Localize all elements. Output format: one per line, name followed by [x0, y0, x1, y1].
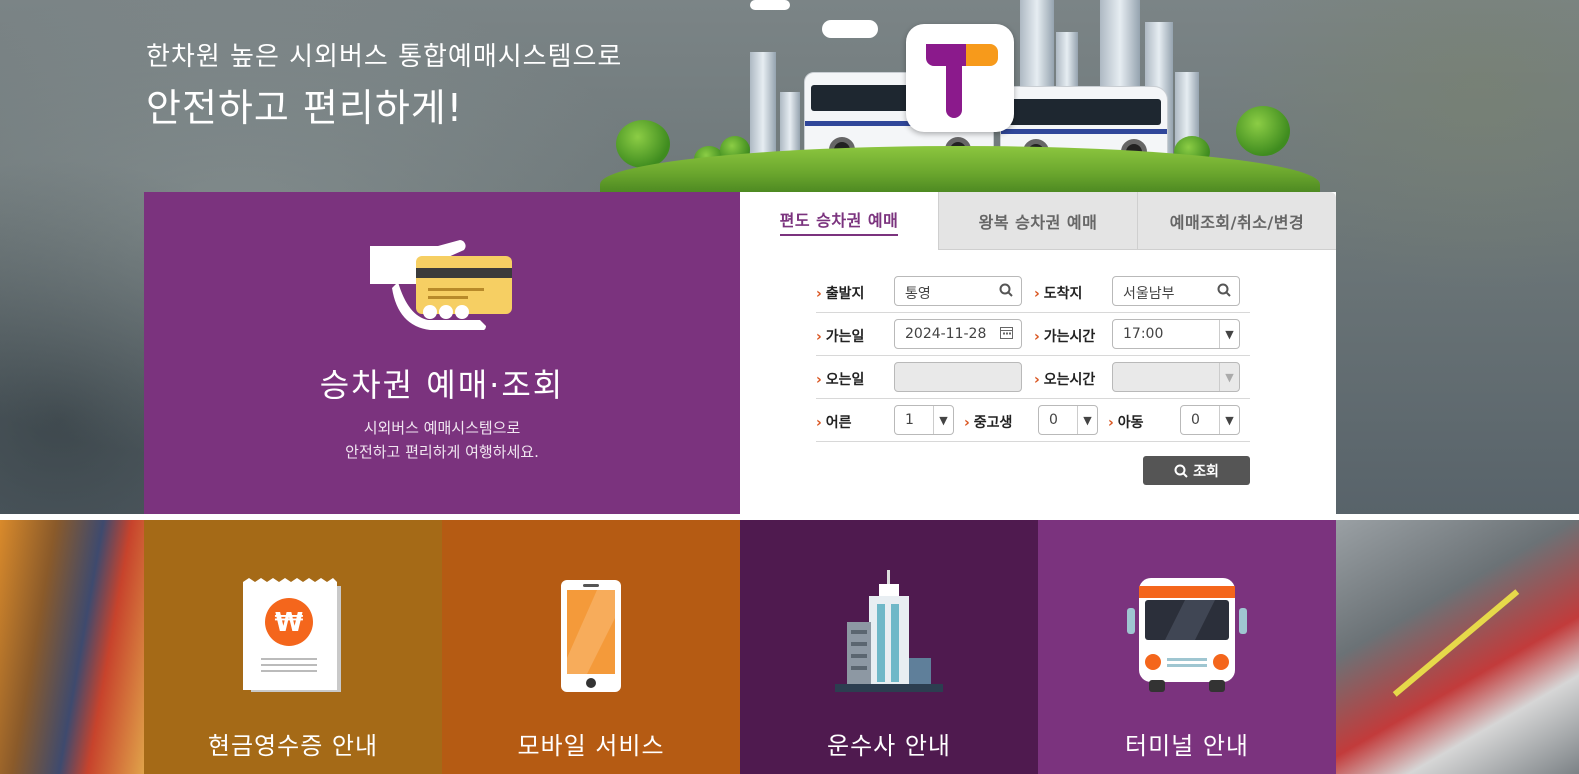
booking-tabs: 편도 승차권 예매 왕복 승차권 예매 예매조회/취소/변경: [740, 192, 1336, 250]
tile-carrier-info-label: 운수사 안내: [826, 732, 952, 760]
tmoney-logo[interactable]: [906, 24, 1014, 132]
ticket-booking-info-panel: 승차권 예매·조회 시외버스 예매시스템으로 안전하고 편리하게 여행하세요.: [144, 192, 740, 520]
go-date-label: 가는일: [816, 326, 865, 346]
youth-count-value: 0: [1049, 412, 1058, 428]
return-date-input[interactable]: [894, 362, 1022, 392]
go-date-value: 2024-11-28: [905, 326, 987, 342]
search-icon: [1174, 464, 1188, 478]
go-date-input[interactable]: 2024-11-28: [894, 319, 1022, 349]
hero-slogan: 한차원 높은 시외버스 통합예매시스템으로 안전하고 편리하게!: [146, 36, 622, 132]
search-icon[interactable]: [1217, 283, 1231, 301]
adult-count-select[interactable]: 1 ▼: [894, 405, 954, 435]
adult-count-value: 1: [905, 412, 914, 428]
tile-terminal-info[interactable]: 터미널 안내: [1038, 520, 1336, 774]
tab-round-trip-label: 왕복 승차권 예매: [978, 212, 1098, 232]
youth-label: 중고생: [964, 412, 1013, 432]
search-button[interactable]: 조회: [1143, 456, 1250, 485]
chevron-down-icon: ▼: [1077, 406, 1097, 434]
booking-form: 출발지 통영 도착지 서울남부 가는일 2024-11-28: [816, 270, 1250, 442]
svg-text:₩: ₩: [275, 608, 304, 638]
chevron-down-icon: ▼: [1219, 363, 1239, 391]
arrival-input[interactable]: 서울남부: [1112, 276, 1240, 306]
arrival-value: 서울남부: [1123, 286, 1175, 302]
chevron-down-icon: ▼: [933, 406, 953, 434]
tile-mobile-service-label: 모바일 서비스: [517, 732, 665, 760]
panel-title: 승차권 예매·조회: [319, 366, 565, 404]
tab-one-way-label: 편도 승차권 예매: [779, 207, 899, 236]
return-date-label: 오는일: [816, 369, 865, 389]
search-icon[interactable]: [999, 283, 1013, 301]
side-photo-right: [1336, 520, 1579, 774]
departure-value: 통영: [905, 286, 931, 302]
adult-label: 어른: [816, 412, 852, 432]
child-count-value: 0: [1191, 412, 1200, 428]
panel-description: 시외버스 예매시스템으로 안전하고 편리하게 여행하세요.: [144, 416, 740, 464]
desc-line1: 시외버스 예매시스템으로: [363, 419, 521, 437]
side-photo-left: [0, 520, 144, 774]
chevron-down-icon: ▼: [1219, 406, 1239, 434]
departure-input[interactable]: 통영: [894, 276, 1022, 306]
mobile-phone-icon: [561, 580, 621, 692]
receipt-icon: ₩: [243, 578, 341, 692]
tile-carrier-info[interactable]: 운수사 안내: [740, 520, 1038, 774]
passenger-row: 어른 1 ▼ 중고생 0 ▼ 아동 0 ▼: [816, 399, 1250, 442]
search-button-label: 조회: [1193, 463, 1219, 480]
child-label: 아동: [1108, 412, 1144, 432]
calendar-icon[interactable]: [1000, 326, 1013, 343]
tab-one-way[interactable]: 편도 승차권 예매: [740, 192, 938, 250]
tab-reservation-lookup[interactable]: 예매조회/취소/변경: [1137, 192, 1336, 250]
tab-round-trip[interactable]: 왕복 승차권 예매: [938, 192, 1137, 250]
desc-line2: 안전하고 편리하게 여행하세요.: [345, 443, 539, 461]
return-time-label: 오는시간: [1034, 369, 1096, 389]
tile-cash-receipt-label: 현금영수증 안내: [207, 732, 379, 760]
go-row: 가는일 2024-11-28 가는시간 17:00 ▼: [816, 313, 1250, 356]
return-time-select[interactable]: ▼: [1112, 362, 1240, 392]
return-row: 오는일 오는시간 ▼: [816, 356, 1250, 399]
go-time-select[interactable]: 17:00 ▼: [1112, 319, 1240, 349]
tile-mobile-service[interactable]: 모바일 서비스: [442, 520, 740, 774]
building-icon: [835, 570, 943, 692]
youth-count-select[interactable]: 0 ▼: [1038, 405, 1098, 435]
ticket-card-hand-icon: [370, 240, 512, 330]
service-tiles: ₩ 현금영수증 안내 모바일 서비스 운수사 안내 터미널 안내: [144, 520, 1336, 774]
slogan-line1: 한차원 높은 시외버스 통합예매시스템으로: [146, 42, 623, 72]
chevron-down-icon: ▼: [1219, 320, 1239, 348]
bus-icon: [1127, 578, 1247, 692]
booking-form-panel: 편도 승차권 예매 왕복 승차권 예매 예매조회/취소/변경 출발지 통영 도착…: [740, 192, 1336, 520]
go-time-label: 가는시간: [1034, 326, 1096, 346]
arrival-label: 도착지: [1034, 283, 1083, 303]
tile-cash-receipt[interactable]: ₩ 현금영수증 안내: [144, 520, 442, 774]
go-time-value: 17:00: [1123, 326, 1164, 342]
route-row: 출발지 통영 도착지 서울남부: [816, 270, 1250, 313]
departure-label: 출발지: [816, 283, 865, 303]
tile-terminal-info-label: 터미널 안내: [1124, 732, 1250, 760]
child-count-select[interactable]: 0 ▼: [1180, 405, 1240, 435]
tab-reservation-lookup-label: 예매조회/취소/변경: [1169, 212, 1305, 232]
slogan-line2: 안전하고 편리하게!: [146, 86, 463, 130]
